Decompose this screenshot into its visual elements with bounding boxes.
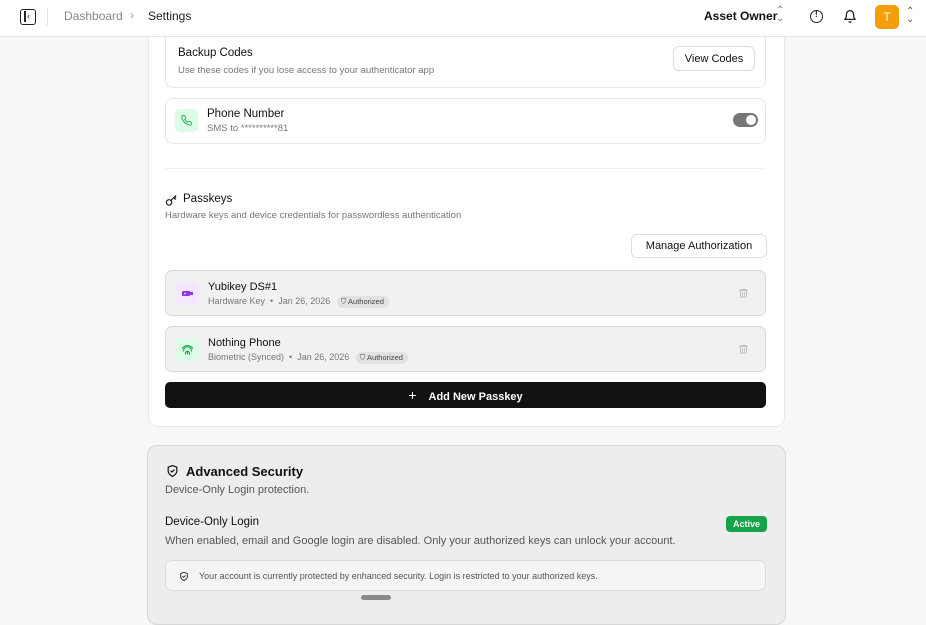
manage-authorization-button[interactable]: Manage Authorization [631,234,767,258]
usb-key-icon [176,282,199,305]
breadcrumb-settings: Settings [148,9,192,23]
trash-icon[interactable] [738,287,749,299]
passkey-meta: Biometric (Synced) • Jan 26, 2026 ⛉ Auth… [208,352,408,364]
backup-codes-subtitle: Use these codes if you lose access to yo… [178,65,435,76]
avatar[interactable]: T [875,5,899,29]
device-only-login-description: When enabled, email and Google login are… [165,535,676,547]
authorized-badge-label: Authorized [367,353,403,362]
role-switcher[interactable]: Asset Owner [704,9,777,23]
authorized-badge: ⛉ Authorized [336,296,389,308]
top-bar: ‹ Dashboard › Settings Asset Owner ⌃ ⌄ ! … [0,0,926,37]
shield-check-icon [180,571,188,582]
breadcrumb-dashboard[interactable]: Dashboard [64,9,123,23]
breadcrumb-separator-icon: › [130,8,134,22]
backup-codes-title: Backup Codes [178,47,253,59]
message-alert-icon[interactable]: ! [810,10,823,23]
add-new-passkey-label: Add New Passkey [428,391,523,403]
passkey-type: Biometric (Synced) [208,352,285,362]
passkeys-subtitle: Hardware keys and device credentials for… [165,210,462,221]
advanced-security-subtitle: Device-Only Login protection. [165,484,310,496]
sidebar-toggle-icon[interactable]: ‹ [20,9,36,25]
view-codes-button[interactable]: View Codes [673,46,755,71]
security-notice: Your account is currently protected by e… [165,560,766,591]
passkey-type: Hardware Key [208,296,266,306]
passkey-date: Jan 26, 2026 [278,296,331,306]
phone-icon [175,109,198,132]
passkey-item[interactable]: Nothing Phone Biometric (Synced) • Jan 2… [165,326,766,372]
account-chevron-icon[interactable]: ⌃ ⌄ [906,7,914,25]
authorized-badge-label: Authorized [348,297,384,306]
passkeys-title: Passkeys [183,193,233,205]
add-new-passkey-button[interactable]: + Add New Passkey [165,382,766,408]
advanced-security-title: Advanced Security [186,464,304,479]
chevron-updown-icon[interactable]: ⌃ ⌄ [776,6,784,24]
passkey-date: Jan 26, 2026 [297,352,350,362]
passkey-name: Yubikey DS#1 [208,281,278,293]
phone-number-subtitle: SMS to **********81 [207,123,289,134]
trash-icon[interactable] [738,343,749,355]
authorized-badge: ⛉ Authorized [355,352,408,364]
status-badge: Active [726,516,767,532]
bell-icon[interactable] [843,9,857,24]
passkey-meta: Hardware Key • Jan 26, 2026 ⛉ Authorized [208,296,389,308]
section-divider [165,168,766,169]
device-only-login-title: Device-Only Login [165,516,259,528]
security-notice-text: Your account is currently protected by e… [199,571,598,581]
passkey-name: Nothing Phone [208,337,281,349]
key-icon [165,195,177,206]
phone-number-title: Phone Number [207,108,285,120]
divider [47,8,48,26]
fingerprint-icon [176,338,199,361]
shield-icon [167,464,178,478]
phone-number-row [165,98,766,144]
passkey-item[interactable]: Yubikey DS#1 Hardware Key • Jan 26, 2026… [165,270,766,316]
plus-icon: + [408,387,417,403]
scroll-handle[interactable] [361,595,391,600]
phone-toggle[interactable] [733,113,758,127]
